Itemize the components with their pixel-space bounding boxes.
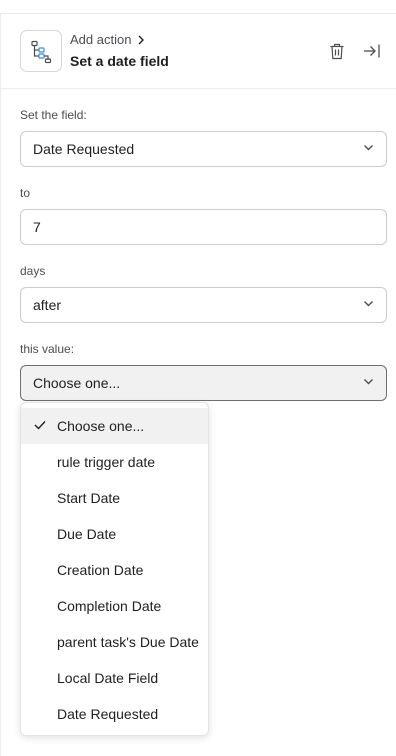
dropdown-option[interactable]: Due Date [21, 516, 208, 552]
chevron-down-icon [364, 301, 373, 307]
breadcrumb-add-action[interactable]: Add action [70, 32, 131, 47]
check-icon [34, 421, 46, 430]
chevron-down-icon [364, 379, 373, 385]
dropdown-option[interactable]: Date Requested [21, 696, 208, 732]
dropdown-option[interactable]: Local Date Field [21, 660, 208, 696]
collapse-panel-button[interactable] [361, 40, 383, 62]
dropdown-option-label: Creation Date [57, 562, 144, 578]
chevron-right-icon [138, 35, 145, 44]
dropdown-option[interactable]: Completion Date [21, 588, 208, 624]
this-value-label: this value: [20, 342, 75, 356]
dropdown-option-label: Choose one... [57, 418, 145, 434]
workflow-tree-icon [20, 30, 62, 72]
collapse-panel-icon [364, 44, 380, 58]
dropdown-option-label: parent task's Due Date [57, 634, 199, 650]
dropdown-option[interactable]: Choose one... [21, 408, 208, 444]
panel-header: Add action Set a date field [0, 14, 396, 89]
days-offset-input[interactable]: 7 [20, 209, 387, 245]
chevron-down-icon [364, 145, 373, 151]
set-field-label: Set the field: [20, 108, 87, 122]
this-value-select[interactable]: Choose one... [20, 365, 387, 401]
left-divider [0, 14, 1, 756]
rule-action-panel: Add action Set a date field Set the fiel… [0, 0, 396, 756]
dropdown-option-label: rule trigger date [57, 454, 156, 470]
dropdown-option[interactable]: Creation Date [21, 552, 208, 588]
page-title: Set a date field [70, 53, 169, 69]
dropdown-option[interactable]: Start Date [21, 480, 208, 516]
days-label: days [20, 264, 46, 278]
dropdown-option-label: Start Date [57, 490, 121, 506]
set-field-select[interactable]: Date Requested [20, 131, 387, 167]
this-value-dropdown-menu: Choose one... rule trigger date Start Da… [20, 402, 209, 736]
delete-button[interactable] [326, 40, 348, 62]
dropdown-option-label: Local Date Field [57, 670, 159, 686]
dropdown-option[interactable]: rule trigger date [21, 444, 208, 480]
days-offset-value: 7 [33, 219, 41, 235]
this-value-value: Choose one... [33, 375, 121, 391]
dropdown-option-label: Due Date [57, 526, 117, 542]
trash-icon [330, 43, 344, 59]
direction-value: after [33, 297, 62, 313]
set-field-value: Date Requested [33, 141, 135, 157]
to-label: to [20, 186, 31, 200]
dropdown-option[interactable]: parent task's Due Date [21, 624, 208, 660]
direction-select[interactable]: after [20, 287, 387, 323]
breadcrumb[interactable]: Add action [70, 32, 145, 47]
dropdown-option-label: Date Requested [57, 706, 159, 722]
dropdown-option-label: Completion Date [57, 598, 162, 614]
